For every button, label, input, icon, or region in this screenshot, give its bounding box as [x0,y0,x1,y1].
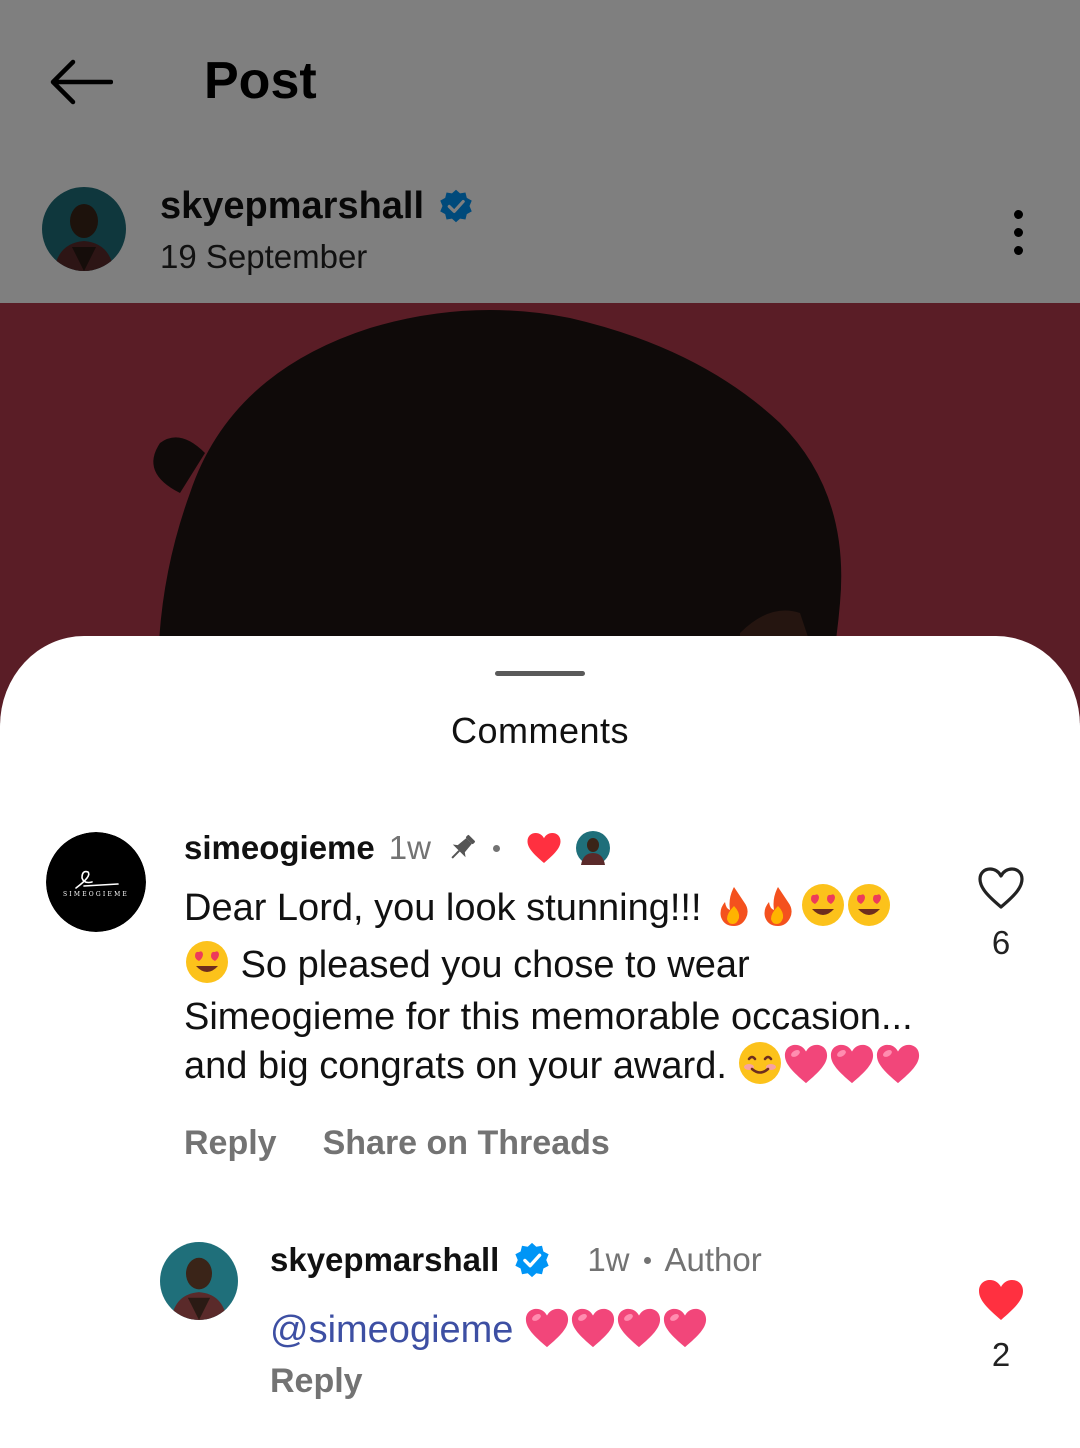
reply-button[interactable]: Reply [270,1362,363,1401]
post-date: 19 September [160,238,368,275]
pink-heart-emoji [616,1306,662,1361]
comment-item: SIMEOGIEME simeogieme 1w Dear Lord, you … [0,826,1080,1186]
page-title: Post [204,52,317,110]
like-count: 2 [991,1336,1011,1373]
comment-meta: simeogieme 1w [184,826,610,870]
pink-heart-emoji [524,1306,570,1361]
arrow-left-icon [50,59,113,105]
back-button[interactable] [40,50,120,114]
heart-outline-icon[interactable] [977,866,1025,910]
comments-sheet: Comments SIMEOGIEME simeogieme 1w Dear L… [0,636,1080,1448]
comment-time: 1w [388,829,431,866]
fire-emoji [756,884,800,939]
fire-emoji [712,884,756,939]
comment-text-line: Dear Lord, you look stunning!!! [184,887,702,929]
mention-link[interactable]: @simeogieme [270,1309,513,1351]
drag-handle[interactable] [495,671,585,676]
comment-meta: skyepmarshall 1w Author [270,1238,762,1282]
pink-heart-emoji [783,1042,829,1097]
simeogieme-logo-icon: SIMEOGIEME [46,832,146,932]
post-header: skyepmarshall 19 September [0,160,1080,303]
share-on-threads-button[interactable]: Share on Threads [323,1124,610,1163]
pink-heart-emoji [829,1042,875,1097]
pink-heart-emoji [570,1306,616,1361]
post-author-avatar[interactable] [42,187,126,271]
comment-like: 6 [974,866,1028,962]
comment-actions: Reply [270,1362,363,1401]
author-badge: Author [664,1241,762,1278]
verified-badge-icon [440,189,472,223]
verified-badge-icon [515,1242,549,1278]
smiling-emoji [737,1040,783,1097]
reply-item: skyepmarshall 1w Author @simeogieme Repl… [0,1238,1080,1438]
comment-text-line: award. [612,1044,727,1087]
pin-icon [451,834,475,859]
comment-time: 1w [587,1241,630,1278]
comment-username[interactable]: simeogieme [184,829,375,867]
heart-eyes-emoji [184,939,230,996]
post-username[interactable]: skyepmarshall [160,185,424,228]
separator-dot [643,1256,651,1264]
heart-filled-icon [527,833,561,863]
commenter-avatar[interactable] [160,1242,238,1320]
comment-text: Dear Lord, you look stunning!!! So pleas… [184,882,944,1096]
heart-eyes-emoji [800,882,846,939]
heart-filled-icon[interactable] [977,1278,1025,1322]
avatar-image [160,1242,238,1320]
like-count: 6 [991,924,1011,961]
reply-button[interactable]: Reply [184,1124,277,1163]
separator-dot [492,844,500,852]
comment-text: @simeogieme [270,1306,950,1361]
comment-username[interactable]: skyepmarshall [270,1241,499,1279]
svg-text:SIMEOGIEME: SIMEOGIEME [63,891,129,898]
commenter-avatar[interactable]: SIMEOGIEME [46,832,146,932]
comment-actions: Reply Share on Threads [184,1124,610,1163]
more-options-button[interactable] [996,202,1040,262]
heart-eyes-emoji [846,882,892,939]
avatar-image [42,187,126,271]
author-liked-avatar [575,831,610,865]
more-vertical-icon [1013,209,1023,219]
top-bar: Post [0,0,1080,160]
comments-title: Comments [450,710,630,751]
pink-heart-emoji [875,1042,921,1097]
post-author-row: skyepmarshall [160,182,474,230]
pink-heart-emoji [662,1306,708,1361]
comment-like: 2 [974,1278,1028,1374]
